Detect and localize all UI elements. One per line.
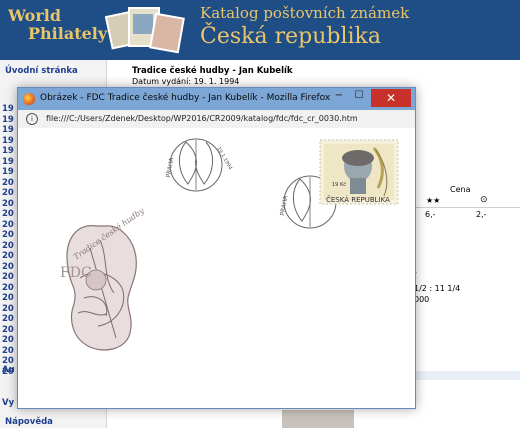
price-mint: 6,-	[425, 210, 436, 219]
sidebar-year-link[interactable]: 20	[2, 335, 14, 345]
header-stamps-image	[105, 7, 185, 54]
window-titlebar[interactable]: Obrázek - FDC Tradice české hudby - Jan …	[18, 88, 415, 110]
sidebar-link-vy[interactable]: Vy	[2, 398, 14, 408]
minimize-button[interactable]: −	[332, 90, 346, 106]
detail-misc-value: 000	[414, 295, 430, 304]
logo-philately: Philately	[28, 24, 108, 43]
mint-column-header: ★★	[426, 196, 441, 205]
sidebar-year-link[interactable]: 19	[2, 125, 14, 135]
sidebar-year-link[interactable]: 19	[2, 146, 14, 156]
cancel-city-2: PRAHA	[279, 194, 290, 216]
firefox-popup-window: Obrázek - FDC Tradice české hudby - Jan …	[17, 87, 416, 409]
sidebar-year-link[interactable]: 20	[2, 293, 14, 303]
sidebar-year-link[interactable]: 20	[2, 241, 14, 251]
sidebar-year-link[interactable]: 20	[2, 314, 14, 324]
address-bar[interactable]: i file:///C:/Users/Zdenek/Desktop/WP2016…	[18, 110, 415, 129]
postage-stamp	[319, 139, 399, 205]
stamp-value: 19 Kč	[332, 181, 346, 188]
sidebar-year-link[interactable]: 20	[2, 251, 14, 261]
cancellation-mark-1	[169, 138, 223, 192]
stamp-country: ČESKÁ REPUBLIKA	[326, 195, 390, 204]
perforation-value: 1/2 : 11 1/4	[414, 284, 461, 293]
price-used: 2,-	[476, 210, 487, 219]
sidebar-year-link[interactable]: 19	[2, 104, 14, 114]
maximize-button[interactable]: ☐	[352, 90, 366, 106]
sidebar-year-link[interactable]: 20	[2, 199, 14, 209]
sidebar-year-link[interactable]: 20	[2, 188, 14, 198]
sidebar-year-link[interactable]: 19	[2, 167, 14, 177]
price-header: Cena ★★ ⊙	[410, 183, 520, 208]
sidebar-year-link[interactable]: 19	[2, 136, 14, 146]
sidebar-year-link[interactable]: 20	[2, 209, 14, 219]
window-title: Obrázek - FDC Tradice české hudby - Jan …	[40, 93, 331, 103]
cancel-city-1: PRAHA	[165, 156, 176, 178]
sidebar-year-link[interactable]: 20	[2, 262, 14, 272]
sidebar-link-home[interactable]: Úvodní stránka	[5, 66, 78, 76]
sidebar-year-link[interactable]: 20	[2, 178, 14, 188]
logo-world: World	[8, 6, 62, 25]
catalog-country: Česká republika	[200, 24, 381, 49]
sidebar-year-link[interactable]: 19	[2, 157, 14, 167]
sidebar-year-link[interactable]: 20	[2, 325, 14, 335]
sidebar-year-link[interactable]: 20	[2, 283, 14, 293]
stamp-detail-header: Tradice české hudby - Jan Kubelík Datum …	[106, 60, 520, 88]
used-column-header: ⊙	[480, 195, 488, 205]
sidebar-year-link[interactable]: 19	[2, 115, 14, 125]
price-label: Cena	[450, 185, 471, 194]
firefox-icon	[23, 93, 35, 105]
url-text: file:///C:/Users/Zdenek/Desktop/WP2016/C…	[46, 114, 358, 123]
sidebar-year-link[interactable]: 20	[2, 272, 14, 282]
cancel-date-1: 19.1.1994	[215, 146, 233, 171]
issue-date: Datum vydání: 19. 1. 1994	[132, 77, 240, 86]
site-header: World Philately Katalog poštovních známe…	[0, 0, 520, 60]
catalog-title: Katalog poštovních známek	[200, 4, 410, 22]
sidebar-link-help[interactable]: Nápověda	[5, 417, 53, 427]
stamp-title: Tradice české hudby - Jan Kubelík	[132, 66, 293, 76]
close-button[interactable]: ✕	[371, 89, 411, 107]
fdc-image-area: Tradice české hudby FDC PRAHA 19.1.1994 …	[18, 128, 415, 408]
info-icon[interactable]: i	[26, 113, 38, 125]
sidebar-year-link[interactable]: 20	[2, 346, 14, 356]
fdc-image: Tradice české hudby FDC PRAHA 19.1.1994 …	[60, 138, 399, 351]
sidebar-year-link[interactable]: 20	[2, 230, 14, 240]
fdc-label: FDC	[60, 265, 92, 281]
section-bar	[412, 371, 520, 380]
sidebar-year-link[interactable]: 20	[2, 304, 14, 314]
background-stamp-image	[282, 410, 354, 428]
sidebar-year-link[interactable]: 20	[2, 220, 14, 230]
sidebar-link-au[interactable]: Au	[2, 365, 15, 375]
